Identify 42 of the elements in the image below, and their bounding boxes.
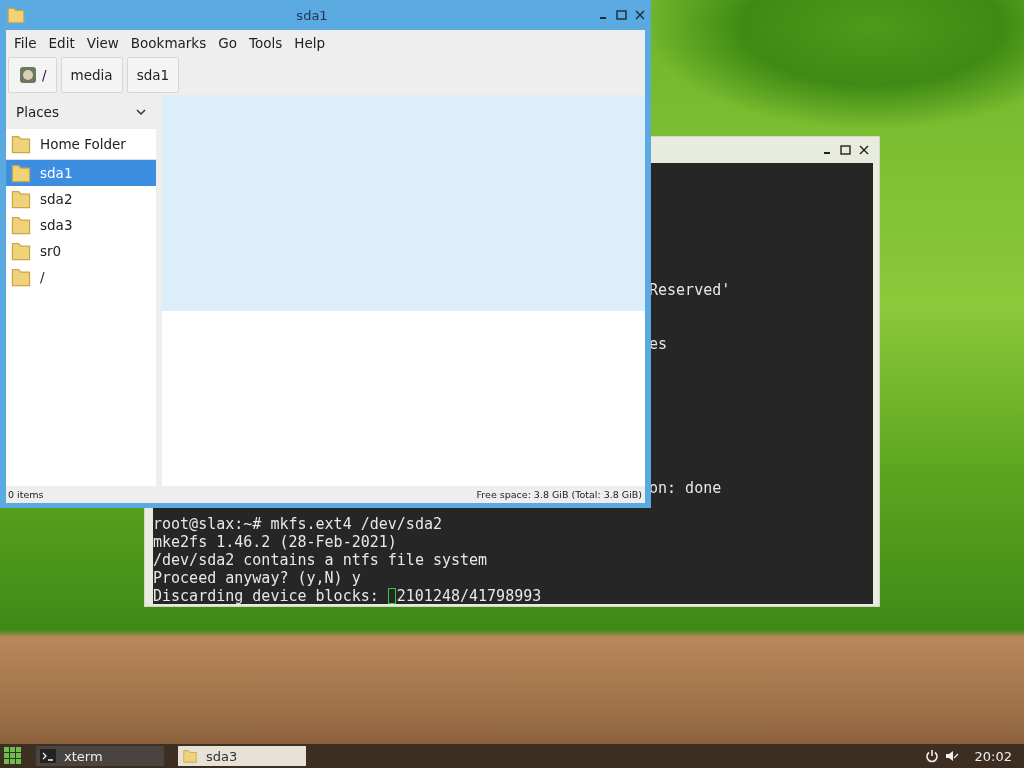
folder-icon: [10, 240, 32, 262]
close-icon[interactable]: [859, 145, 869, 155]
maximize-icon[interactable]: [840, 145, 851, 155]
chevron-icon: [136, 108, 146, 116]
drive-icon: [18, 65, 38, 85]
app-menu-icon[interactable]: [4, 747, 22, 765]
terminal-line: mke2fs 1.46.2 (28-Feb-2021): [153, 533, 397, 551]
muted-speaker-icon[interactable]: [944, 749, 959, 763]
menu-item[interactable]: Help: [288, 34, 331, 51]
path-button[interactable]: sda1: [126, 57, 180, 93]
folder-icon: [182, 748, 198, 764]
folder-icon: [10, 133, 32, 155]
maximize-icon[interactable]: [616, 10, 627, 20]
menu-item[interactable]: Edit: [42, 34, 81, 51]
path-button[interactable]: /: [8, 57, 57, 93]
close-icon[interactable]: [635, 10, 645, 20]
taskbar-button[interactable]: xterm: [36, 746, 164, 766]
folder-icon: [10, 266, 32, 288]
menu-item[interactable]: Bookmarks: [124, 34, 213, 51]
menu-item[interactable]: Go: [212, 34, 243, 51]
free-space: Free space: 3.8 GiB (Total: 3.8 GiB): [476, 489, 642, 500]
folder-icon: [6, 5, 26, 25]
places-header[interactable]: Places: [6, 95, 156, 129]
menu-item[interactable]: View: [80, 34, 125, 51]
terminal-line: Reserved': [649, 281, 731, 299]
path-button[interactable]: media: [60, 57, 123, 93]
menu-item[interactable]: File: [8, 34, 43, 51]
folder-icon: [10, 162, 32, 184]
terminal-icon: [40, 749, 56, 763]
folder-icon: [10, 188, 32, 210]
window-title: sda1: [295, 7, 329, 23]
terminal-line: Discarding device blocks:: [153, 587, 379, 604]
taskbar-button[interactable]: sda3: [178, 746, 306, 766]
item-count: 0 items: [8, 489, 44, 500]
terminal-line: root@slax:~# mkfs.ext4 /dev/sda2: [153, 515, 442, 533]
terminal-line: 2101248/41798993: [396, 587, 542, 604]
power-icon[interactable]: [924, 749, 939, 763]
menu-item[interactable]: Tools: [242, 34, 289, 51]
terminal-line: /dev/sda2 contains a ntfs file system: [153, 551, 488, 569]
terminal-line: Proceed anyway? (y,N) y: [153, 569, 361, 587]
clock: 20:02: [974, 748, 1012, 764]
folder-icon: [10, 214, 32, 236]
